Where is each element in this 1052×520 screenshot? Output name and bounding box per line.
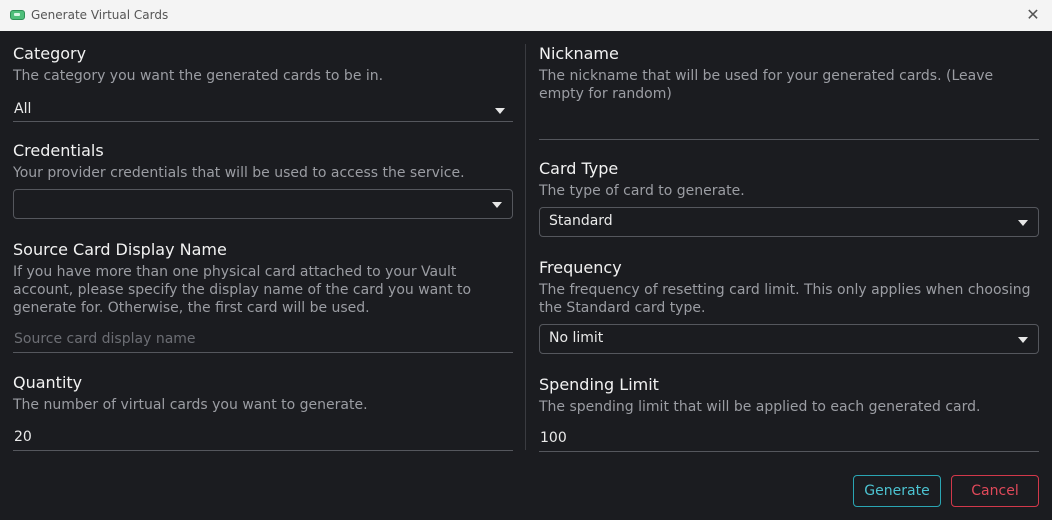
close-icon[interactable]: ✕ [1024, 6, 1042, 24]
column-divider [525, 44, 526, 450]
spending-limit-field: Spending Limit The spending limit that w… [539, 375, 1039, 416]
chevron-down-icon [1018, 337, 1028, 343]
spending-limit-label: Spending Limit [539, 375, 659, 394]
source-card-field: Source Card Display Name If you have mor… [13, 240, 513, 317]
frequency-description: The frequency of resetting card limit. T… [539, 282, 1031, 316]
source-card-input[interactable] [13, 326, 513, 353]
nickname-input[interactable] [539, 112, 1039, 140]
source-card-description: If you have more than one physical card … [13, 264, 472, 316]
credentials-field: Credentials Your provider credentials th… [13, 141, 513, 182]
quantity-input[interactable] [13, 424, 513, 451]
quantity-label: Quantity [13, 373, 83, 392]
cancel-button[interactable]: Cancel [951, 475, 1039, 507]
frequency-value: No limit [549, 330, 604, 346]
quantity-field: Quantity The number of virtual cards you… [13, 373, 513, 414]
generate-virtual-cards-dialog: Generate Virtual Cards ✕ Category The ca… [0, 0, 1052, 520]
spending-limit-input[interactable] [539, 425, 1039, 452]
generate-button[interactable]: Generate [853, 475, 941, 507]
nickname-description: The nickname that will be used for your … [539, 68, 994, 102]
category-select[interactable]: All [13, 97, 513, 122]
card-type-field: Card Type The type of card to generate. [539, 159, 1039, 200]
frequency-label: Frequency [539, 258, 622, 277]
card-type-label: Card Type [539, 159, 619, 178]
source-card-label: Source Card Display Name [13, 240, 227, 259]
chevron-down-icon [1018, 220, 1028, 226]
card-type-description: The type of card to generate. [539, 183, 745, 199]
nickname-label: Nickname [539, 44, 619, 63]
app-card-icon [10, 10, 25, 20]
title-bar: Generate Virtual Cards ✕ [0, 0, 1052, 31]
category-value: All [14, 101, 32, 117]
quantity-description: The number of virtual cards you want to … [13, 397, 368, 413]
credentials-label: Credentials [13, 141, 104, 160]
spending-limit-description: The spending limit that will be applied … [539, 399, 981, 415]
category-field: Category The category you want the gener… [13, 44, 513, 85]
frequency-select[interactable]: No limit [539, 324, 1039, 354]
credentials-description: Your provider credentials that will be u… [13, 165, 465, 181]
card-type-value: Standard [549, 213, 613, 229]
card-type-select[interactable]: Standard [539, 207, 1039, 237]
category-label: Category [13, 44, 87, 63]
chevron-down-icon [495, 108, 505, 114]
frequency-field: Frequency The frequency of resetting car… [539, 258, 1039, 317]
window-title: Generate Virtual Cards [31, 8, 169, 22]
credentials-select[interactable] [13, 189, 513, 219]
chevron-down-icon [492, 202, 502, 208]
category-description: The category you want the generated card… [13, 68, 384, 84]
nickname-field: Nickname The nickname that will be used … [539, 44, 1039, 103]
